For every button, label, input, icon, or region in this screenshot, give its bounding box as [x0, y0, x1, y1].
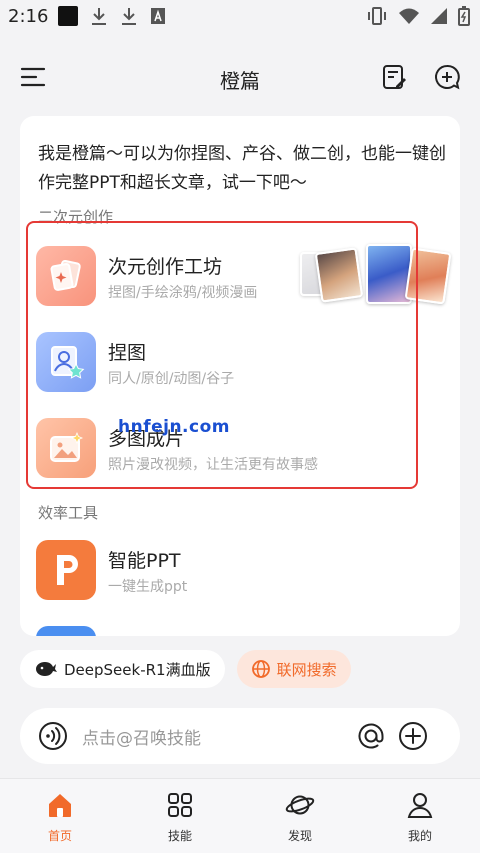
edit-note-icon[interactable] — [380, 62, 410, 92]
tool-desc: 一键生成ppt — [108, 579, 188, 595]
tab-discover[interactable]: 发现 — [260, 791, 340, 844]
a-box-icon — [151, 8, 165, 24]
prompt-input[interactable]: 点击@召唤技能 — [82, 724, 201, 749]
add-circle-icon[interactable] — [398, 721, 428, 751]
wifi-icon — [399, 8, 419, 24]
whale-icon — [36, 662, 57, 676]
vibrate-icon — [368, 7, 386, 25]
tab-label: 发现 — [287, 829, 312, 843]
tab-skills[interactable]: 技能 — [140, 791, 220, 844]
grid-icon — [168, 793, 192, 817]
tab-label: 首页 — [47, 829, 72, 843]
app-square-icon — [58, 6, 78, 26]
prompt-input-bar[interactable]: 点击@召唤技能 — [20, 708, 460, 764]
status-left-icons — [58, 6, 166, 26]
section-label-efficiency: 效率工具 — [38, 504, 99, 522]
web-search-chip[interactable]: 联网搜索 — [236, 650, 351, 688]
model-chip[interactable]: DeepSeek-R1满血版 — [20, 650, 225, 688]
status-right-icons — [366, 6, 470, 26]
bottom-tab-bar: 首页 技能 发现 我的 — [0, 778, 480, 853]
status-bar: 2:16 — [0, 0, 480, 34]
web-search-chip-label: 联网搜索 — [276, 660, 337, 679]
download-icon — [122, 8, 136, 25]
battery-icon — [458, 6, 470, 26]
model-chip-label: DeepSeek-R1满血版 — [64, 660, 211, 679]
globe-icon — [251, 660, 270, 678]
tool-smart-ppt[interactable]: 智能PPT 一键生成ppt — [36, 540, 436, 612]
tab-home[interactable]: 首页 — [20, 791, 100, 844]
highlight-box — [26, 221, 418, 489]
app-header: 橙篇 — [0, 34, 480, 118]
voice-icon[interactable] — [38, 721, 68, 751]
signal-icon — [431, 8, 447, 24]
tab-label: 我的 — [407, 829, 432, 843]
ppt-p-icon — [36, 540, 96, 600]
planet-icon — [285, 795, 315, 815]
at-mention-icon[interactable] — [356, 721, 386, 751]
tab-profile[interactable]: 我的 — [380, 791, 460, 844]
intro-text: 我是橙篇～可以为你捏图、产谷、做二创，也能一键创作完整PPT和超长文章，试一下吧… — [38, 144, 446, 193]
watermark: hnfejn.com — [118, 417, 230, 437]
status-time: 2:16 — [8, 6, 49, 27]
home-icon — [49, 794, 71, 817]
download-icon — [92, 8, 106, 25]
add-chat-icon[interactable] — [432, 62, 462, 92]
tool-name: 智能PPT — [108, 550, 181, 572]
chip-row: DeepSeek-R1满血版 联网搜索 — [20, 650, 351, 688]
tab-label: 技能 — [167, 829, 192, 843]
next-tool-peek — [36, 626, 96, 636]
user-icon — [407, 793, 433, 818]
